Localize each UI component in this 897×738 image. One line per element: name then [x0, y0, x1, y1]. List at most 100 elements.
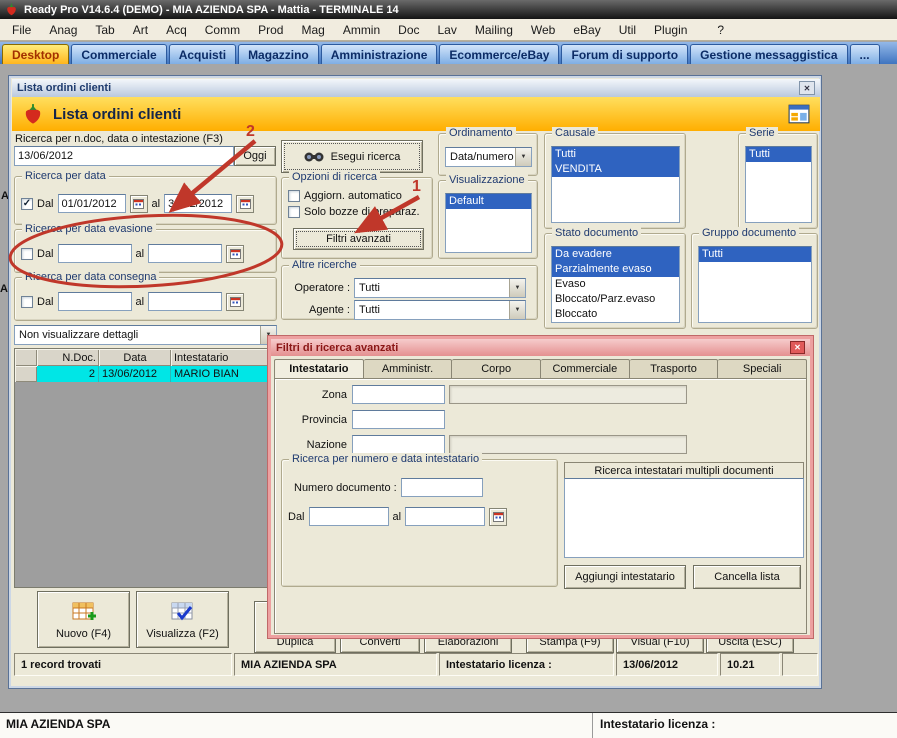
report-icon[interactable] [788, 103, 810, 125]
menu-plugin[interactable]: Plugin [645, 20, 696, 40]
menu-ebay[interactable]: eBay [564, 20, 609, 40]
dal-input[interactable] [308, 507, 389, 526]
tab-magazzino[interactable]: Magazzino [238, 44, 319, 64]
tab-commerciale[interactable]: Commerciale [71, 44, 167, 64]
list-item[interactable]: Default [446, 194, 531, 209]
window-close-button[interactable]: ✕ [799, 81, 815, 95]
chevron-down-icon[interactable]: ▼ [509, 279, 525, 297]
esegui-ricerca-button[interactable]: Esegui ricerca [281, 140, 423, 173]
visualizza-button[interactable]: Visualizza (F2) [136, 591, 229, 648]
solo-bozze-checkbox[interactable] [288, 206, 300, 218]
dal-checkbox[interactable] [21, 247, 33, 260]
list-item[interactable]: Bloccato/Parz.evaso [552, 292, 679, 307]
provincia-input[interactable] [352, 410, 445, 429]
oggi-button[interactable]: Oggi [234, 146, 276, 166]
list-item[interactable]: Evaso [552, 277, 679, 292]
calendar-button[interactable] [236, 194, 255, 213]
visualizzazione-listbox[interactable]: Default [445, 193, 532, 253]
tab-amministr[interactable]: Amministr. [363, 359, 453, 379]
aggiorn-automatico-checkbox[interactable] [288, 190, 300, 202]
list-item[interactable]: Tutti [552, 147, 679, 162]
nazione-input[interactable] [352, 435, 445, 454]
menu-prod[interactable]: Prod [249, 20, 292, 40]
calendar-button[interactable] [226, 244, 245, 263]
menu-art[interactable]: Art [124, 20, 157, 40]
menu-file[interactable]: File [3, 20, 40, 40]
list-item[interactable]: Parzialmente evaso [552, 262, 679, 277]
column-header-ndoc[interactable]: N.Doc. [37, 349, 99, 366]
date-from-input[interactable] [57, 194, 126, 213]
al-input[interactable] [405, 507, 486, 526]
table-row[interactable]: 2 13/06/2012 MARIO BIAN [15, 366, 276, 382]
serie-listbox[interactable]: Tutti [745, 146, 812, 223]
menu-tab[interactable]: Tab [86, 20, 123, 40]
menu-anag[interactable]: Anag [40, 20, 86, 40]
nazione-lookup-box[interactable] [449, 435, 687, 454]
menu-ammin[interactable]: Ammin [334, 20, 389, 40]
tab-corpo[interactable]: Corpo [452, 359, 542, 379]
zona-input[interactable] [352, 385, 445, 404]
numero-documento-input[interactable] [400, 478, 483, 497]
nazione-label: Nazione [306, 438, 347, 451]
window-title-bar[interactable]: Lista ordini clienti ✕ [12, 79, 820, 97]
multipli-listbox[interactable] [564, 478, 804, 558]
menu-mailing[interactable]: Mailing [466, 20, 522, 40]
list-item[interactable]: VENDITA [552, 162, 679, 177]
gruppo-listbox[interactable]: Tutti [698, 246, 812, 323]
menu-lav[interactable]: Lav [429, 20, 466, 40]
stato-listbox[interactable]: Da evadere Parzialmente evaso Evaso Bloc… [551, 246, 680, 323]
dialog-title-bar[interactable]: Filtri di ricerca avanzati ✕ [271, 339, 810, 356]
date-to-input[interactable] [148, 244, 223, 263]
dettagli-select[interactable]: Non visualizzare dettagli ▼ [14, 325, 277, 345]
zona-lookup-box[interactable] [449, 385, 687, 404]
column-header-data[interactable]: Data [99, 349, 171, 366]
date-from-input[interactable] [57, 292, 132, 311]
dal-checkbox[interactable] [21, 295, 33, 308]
dialog-tab-strip: Intestatario Amministr. Corpo Commercial… [274, 359, 808, 379]
search-input[interactable] [14, 146, 234, 166]
tab-acquisti[interactable]: Acquisti [168, 44, 237, 64]
menu-help[interactable]: ? [708, 20, 733, 40]
tab-commerciale[interactable]: Commerciale [541, 359, 630, 379]
tab-intestatario[interactable]: Intestatario [274, 359, 364, 379]
menu-mag[interactable]: Mag [292, 20, 333, 40]
column-header-intestatario[interactable]: Intestatario [171, 349, 276, 366]
tab-forum-di-supporto[interactable]: Forum di supporto [561, 44, 689, 64]
tab-trasporto[interactable]: Trasporto [629, 359, 719, 379]
calendar-button[interactable] [226, 292, 245, 311]
dal-checkbox[interactable]: ✓ [21, 197, 33, 210]
calendar-button[interactable] [489, 507, 508, 526]
menu-util[interactable]: Util [610, 20, 645, 40]
nuovo-button[interactable]: Nuovo (F4) [37, 591, 130, 648]
list-item[interactable]: Tutti [699, 247, 811, 262]
ordinamento-select[interactable]: Data/numero ▼ [445, 147, 532, 167]
tab-ecommerce-ebay[interactable]: Ecommerce/eBay [439, 44, 560, 64]
aggiungi-intestatario-button[interactable]: Aggiungi intestatario [564, 565, 686, 589]
menu-comm[interactable]: Comm [196, 20, 249, 40]
dialog-close-button[interactable]: ✕ [790, 341, 805, 354]
chevron-down-icon[interactable]: ▼ [515, 148, 531, 166]
date-from-input[interactable] [57, 244, 132, 263]
list-item[interactable]: Tutti [746, 147, 811, 162]
causale-listbox[interactable]: Tutti VENDITA [551, 146, 680, 223]
chevron-down-icon[interactable]: ▼ [509, 301, 525, 319]
operatore-select[interactable]: Tutti ▼ [354, 278, 526, 298]
tab-speciali[interactable]: Speciali [718, 359, 808, 379]
tab-more[interactable]: ... [849, 44, 880, 64]
orders-table[interactable]: N.Doc. Data Intestatario 2 13/06/2012 MA… [14, 348, 277, 588]
tab-gestione-messaggistica[interactable]: Gestione messaggistica [690, 44, 848, 64]
menu-web[interactable]: Web [522, 20, 564, 40]
date-to-input[interactable] [164, 194, 233, 213]
agente-select[interactable]: Tutti ▼ [354, 300, 526, 320]
tab-amministrazione[interactable]: Amministrazione [320, 44, 438, 64]
menu-acq[interactable]: Acq [157, 20, 196, 40]
tab-desktop[interactable]: Desktop [2, 44, 70, 64]
filtri-avanzati-button[interactable]: Filtri avanzati [293, 228, 424, 250]
row-selector-cell[interactable] [15, 366, 37, 382]
menu-doc[interactable]: Doc [389, 20, 428, 40]
cancella-lista-button[interactable]: Cancella lista [693, 565, 801, 589]
list-item[interactable]: Bloccato [552, 307, 679, 322]
list-item[interactable]: Da evadere [552, 247, 679, 262]
date-to-input[interactable] [148, 292, 223, 311]
calendar-button[interactable] [129, 194, 148, 213]
